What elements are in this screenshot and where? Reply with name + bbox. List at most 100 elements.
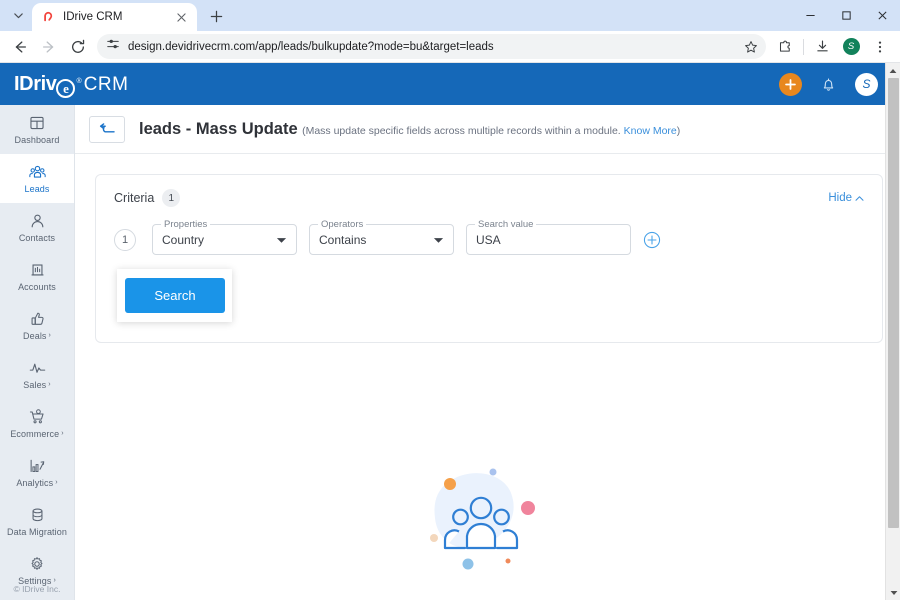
chevron-down-icon[interactable]	[276, 231, 287, 249]
sidebar-item-deals[interactable]: Deals›	[0, 301, 74, 350]
orange-dot	[444, 478, 456, 490]
sidebar-item-contacts[interactable]: Contacts	[0, 203, 74, 252]
content-area: Criteria 1 Hide 1 Properties Count	[75, 154, 900, 343]
properties-label: Properties	[161, 219, 210, 230]
header-actions: S	[779, 73, 878, 96]
kebab-menu-icon[interactable]	[866, 33, 894, 61]
idrive-crm-logo[interactable]: IDriv e ® CRM	[14, 73, 128, 96]
sidebar-item-ecommerce[interactable]: Ecommerce›	[0, 399, 74, 448]
page-subtitle: (Mass update specific fields across mult…	[302, 125, 680, 137]
expand-caret: ›	[55, 479, 57, 486]
page-heading: leads - Mass Update (Mass update specifi…	[139, 120, 680, 139]
toolbar-divider	[803, 39, 804, 55]
profile-initial: S	[843, 38, 860, 55]
sidebar-label: Sales›	[23, 380, 50, 390]
properties-select[interactable]: Properties Country	[152, 224, 297, 255]
settings-gear-icon	[29, 556, 45, 572]
empty-state: Bulk update search view	[75, 460, 886, 600]
blue-dot	[462, 559, 473, 570]
notifications-bell-icon[interactable]	[820, 76, 837, 93]
idrive-favicon	[40, 10, 55, 25]
profile-avatar[interactable]: S	[837, 33, 865, 61]
criteria-card: Criteria 1 Hide 1 Properties Count	[95, 174, 883, 343]
sidebar-copyright: © IDrive Inc.	[0, 584, 74, 594]
reload-button-icon[interactable]	[64, 33, 92, 61]
page-title: leads - Mass Update	[139, 120, 298, 138]
tab-close-icon[interactable]	[173, 9, 189, 25]
main-content: leads - Mass Update (Mass update specifi…	[75, 105, 900, 600]
sidebar-item-dashboard[interactable]: Dashboard	[0, 105, 74, 154]
expand-caret: ›	[48, 381, 50, 388]
expand-caret: ›	[53, 577, 55, 584]
sidebar-item-sales[interactable]: Sales›	[0, 350, 74, 399]
sidebar-label: Accounts	[18, 282, 56, 292]
browser-toolbar: design.devidrivecrm.com/app/leads/bulkup…	[0, 31, 900, 63]
scroll-down-arrow[interactable]	[886, 585, 900, 600]
sales-pulse-icon	[29, 360, 46, 376]
close-window-button[interactable]	[864, 0, 900, 31]
sidebar-label: Leads	[24, 184, 49, 194]
search-button-highlight: Search	[117, 269, 232, 322]
data-migration-icon	[30, 507, 45, 523]
user-initial: S	[862, 77, 870, 91]
chevron-up-icon	[855, 195, 864, 202]
hide-label: Hide	[828, 192, 852, 204]
sidebar-navigation: Dashboard Leads	[0, 105, 75, 600]
search-value-input[interactable]: Search value USA	[466, 224, 631, 255]
application-viewport: IDriv e ® CRM S	[0, 63, 900, 600]
extensions-icon[interactable]	[771, 33, 799, 61]
tab-title: IDrive CRM	[63, 11, 165, 23]
forward-button-icon[interactable]	[35, 33, 63, 61]
criteria-header: Criteria 1 Hide	[114, 189, 864, 207]
criteria-row-number: 1	[114, 229, 136, 251]
address-bar[interactable]: design.devidrivecrm.com/app/leads/bulkup…	[97, 34, 766, 59]
sidebar-item-leads[interactable]: Leads	[0, 154, 74, 203]
operators-select[interactable]: Operators Contains	[309, 224, 454, 255]
window-controls	[792, 0, 900, 31]
app-header: IDriv e ® CRM S	[0, 63, 900, 105]
hide-criteria-link[interactable]: Hide	[828, 192, 864, 204]
chevron-down-icon[interactable]	[433, 231, 444, 249]
leads-icon	[29, 164, 46, 180]
back-navigation-button[interactable]	[89, 116, 125, 143]
operators-label: Operators	[318, 219, 366, 230]
user-avatar[interactable]: S	[855, 73, 878, 96]
tab-search-chevron-icon[interactable]	[4, 1, 32, 29]
sidebar-item-data-migration[interactable]: Data Migration	[0, 497, 74, 546]
add-criteria-icon[interactable]	[643, 231, 661, 249]
pink-dot	[521, 501, 535, 515]
criteria-row: 1 Properties Country Operators Conta	[114, 224, 864, 255]
accounts-icon	[30, 262, 45, 278]
contacts-icon	[30, 213, 45, 229]
download-icon[interactable]	[808, 33, 836, 61]
know-more-link[interactable]: Know More	[624, 125, 677, 137]
add-new-button[interactable]	[779, 73, 802, 96]
browser-window: IDrive CRM	[0, 0, 900, 600]
url-text: design.devidrivecrm.com/app/leads/bulkup…	[128, 41, 494, 53]
page-scrollbar[interactable]	[885, 63, 900, 600]
bookmark-star-icon[interactable]	[744, 40, 758, 54]
dashboard-icon	[29, 115, 45, 131]
site-settings-tune-icon[interactable]	[106, 37, 120, 56]
logo-registered-mark: ®	[76, 78, 81, 85]
scrollbar-thumb[interactable]	[888, 78, 899, 528]
sidebar-item-analytics[interactable]: Analytics›	[0, 448, 74, 497]
back-button-icon[interactable]	[6, 33, 34, 61]
sidebar-label: Data Migration	[7, 527, 67, 537]
sidebar-item-accounts[interactable]: Accounts	[0, 252, 74, 301]
search-button[interactable]: Search	[125, 278, 225, 313]
ecommerce-cart-icon	[29, 409, 45, 425]
small-orange-dot	[505, 559, 510, 564]
expand-caret: ›	[61, 430, 63, 437]
search-value-text: USA	[476, 233, 501, 247]
sidebar-label: Ecommerce›	[10, 429, 63, 439]
periwinkle-dot	[489, 469, 496, 476]
scroll-up-arrow[interactable]	[886, 63, 900, 78]
browser-tab[interactable]: IDrive CRM	[32, 3, 197, 31]
criteria-title: Criteria	[114, 191, 154, 205]
new-tab-button[interactable]	[203, 3, 229, 29]
minimize-button[interactable]	[792, 0, 828, 31]
logo-product: CRM	[84, 74, 129, 96]
maximize-button[interactable]	[828, 0, 864, 31]
analytics-chart-icon	[29, 458, 45, 474]
